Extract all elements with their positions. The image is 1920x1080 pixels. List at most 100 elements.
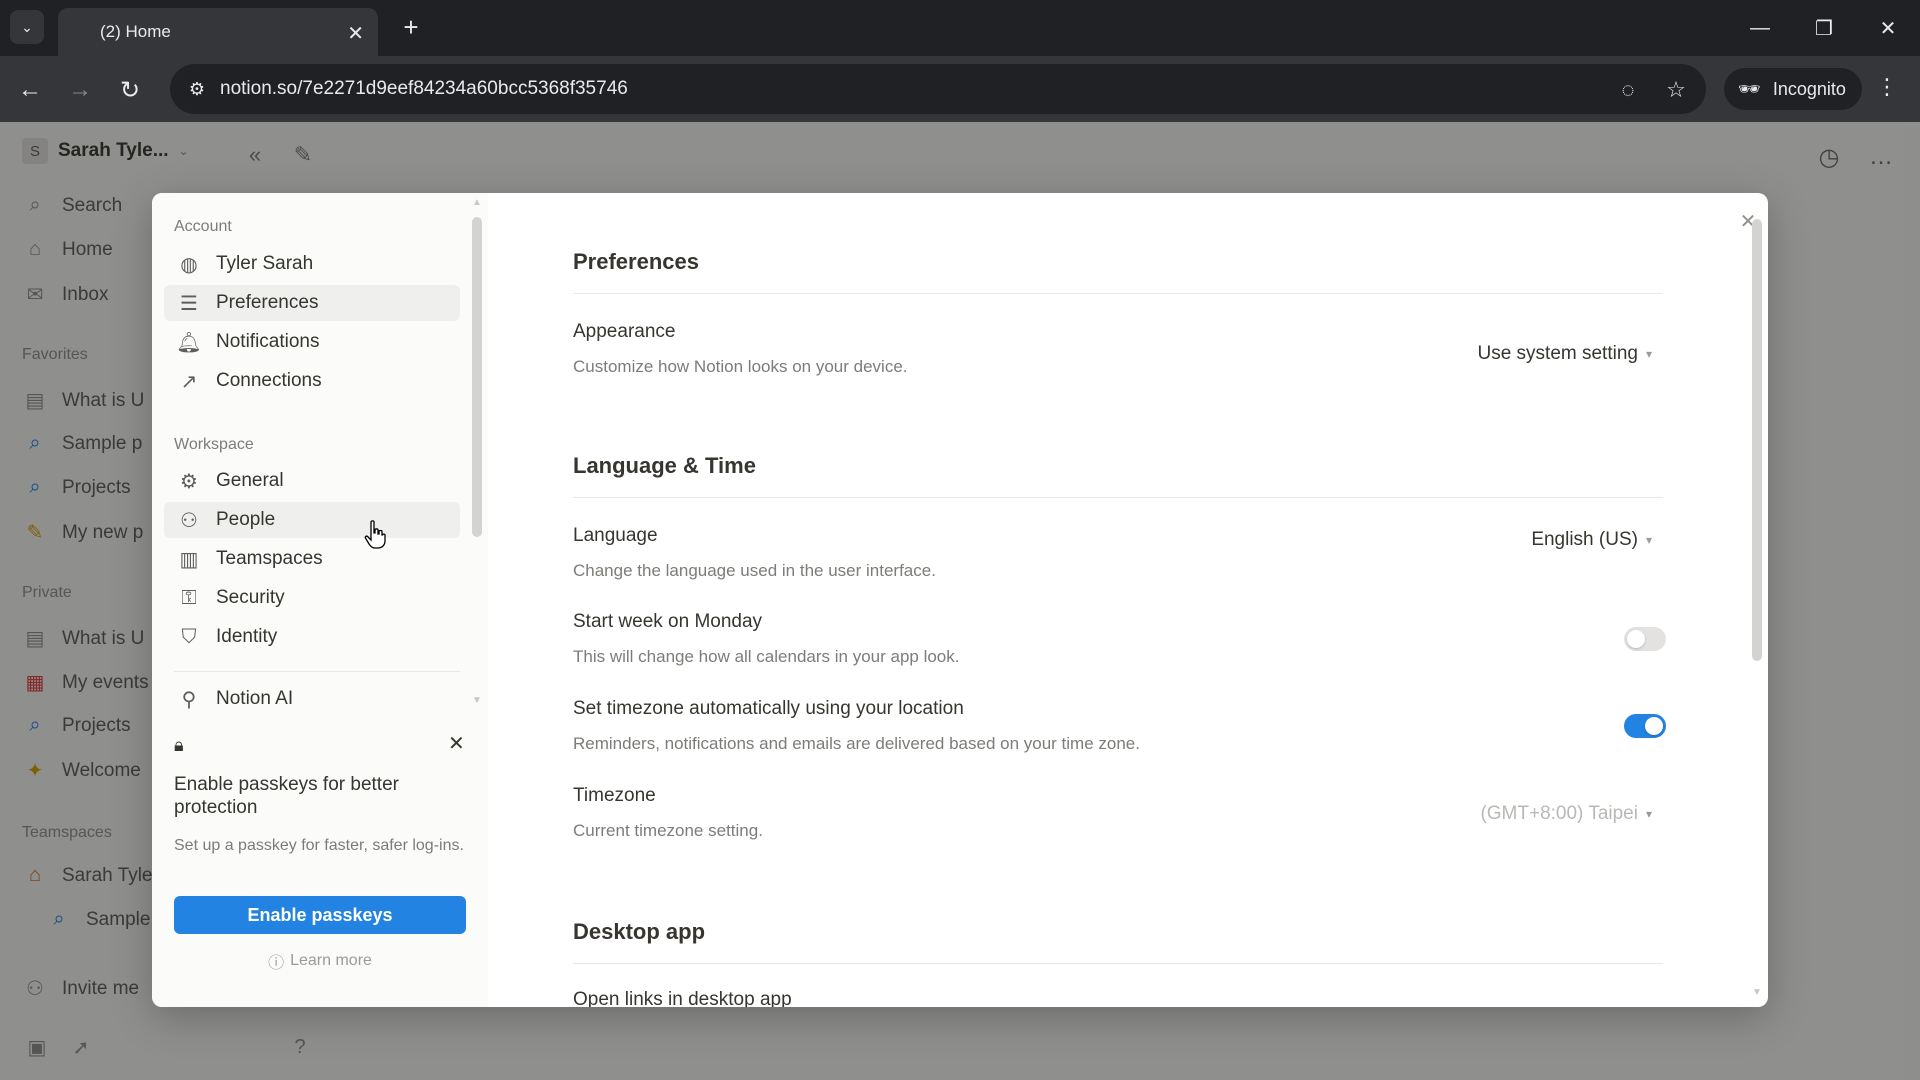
shield-icon: ⛉ [181,625,197,648]
settings-item-security[interactable]: ⚿ Security [164,580,460,616]
language-value: English (US) [1531,529,1638,550]
appearance-description: Customize how Notion looks on your devic… [573,357,908,376]
browser-tab[interactable]: (2) Home ✕ [58,8,378,56]
timezone-label: Timezone [573,785,656,806]
passkey-description: Set up a passkey for faster, safer log-i… [174,837,464,854]
settings-item-label: General [216,470,284,491]
settings-item-people[interactable]: ⚇ People [164,502,460,538]
learn-more-link[interactable]: ⓘ Learn more [174,949,466,973]
auto-timezone-toggle[interactable] [1624,714,1666,738]
timezone-value: (GMT+8:00) Taipei [1480,803,1638,824]
settings-content: ✕ ▼ Preferences Appearance Customize how… [488,193,1768,1007]
appearance-value: Use system setting [1477,343,1638,364]
forward-icon[interactable]: → [62,72,98,108]
nav-scrollbar[interactable] [472,217,482,537]
new-tab-icon[interactable]: + [396,12,426,42]
toggle-knob [1645,717,1663,735]
content-scrollbar[interactable] [1752,219,1762,661]
settings-item-label: Preferences [216,292,319,313]
auto-timezone-description: Reminders, notifications and emails are … [573,734,1140,753]
bell-icon: 🔔︎ [176,331,202,354]
tab-search-icon[interactable]: ⌄ [10,10,44,44]
timezone-description: Current timezone setting. [573,821,763,840]
chevron-down-icon: ▾ [1645,347,1652,361]
eye-off-icon[interactable]: ◌ [1614,76,1642,104]
external-link-icon: ↗ [180,370,198,393]
gear-icon: ⚙ [180,470,198,493]
section-divider [573,963,1663,964]
auto-timezone-label: Set timezone automatically using your lo… [573,698,964,719]
address-bar[interactable]: ⚙ notion.so/7e2271d9eef84234a60bcc5368f3… [170,64,1706,114]
settings-item-notion-ai[interactable]: ⚲ Notion AI [164,681,460,713]
language-time-title: Language & Time [573,453,756,478]
desktop-app-title: Desktop app [573,919,706,944]
user-avatar-icon: ◍ [180,253,198,276]
language-dropdown[interactable]: English (US) ▾ [1531,529,1652,551]
settings-item-general[interactable]: ⚙ General [164,463,460,499]
scroll-down-arrow-icon[interactable]: ▼ [1752,987,1762,998]
language-description: Change the language used in the user int… [573,561,936,580]
enable-passkeys-button[interactable]: Enable passkeys [174,896,466,934]
browser-toolbar: ← → ↻ ⚙ notion.so/7e2271d9eef84234a60bcc… [0,56,1920,122]
incognito-icon: 🕶 [1738,78,1761,99]
passkey-title: Enable passkeys for better protection [174,774,399,818]
account-heading: Account [174,218,232,235]
language-label: Language [573,525,658,546]
url-text: notion.so/7e2271d9eef84234a60bcc5368f357… [220,78,628,99]
settings-nav: Account ◍ Tyler Sarah ☰ Preferences 🔔︎ N… [152,193,488,1007]
sliders-icon: ☰ [180,292,198,315]
open-links-label: Open links in desktop app [573,989,792,1007]
back-icon[interactable]: ← [12,72,48,108]
incognito-label: Incognito [1772,78,1846,99]
settings-item-identity[interactable]: ⛉ Identity [164,619,460,655]
appearance-dropdown[interactable]: Use system setting ▾ [1477,343,1652,365]
close-promo-icon[interactable]: ✕ [448,731,465,756]
start-week-description: This will change how all calendars in yo… [573,647,960,666]
building-icon: ▥ [179,548,199,571]
settings-item-notifications[interactable]: 🔔︎ Notifications [164,324,460,360]
section-divider [573,497,1663,498]
close-window-icon[interactable]: ✕ [1868,10,1908,46]
start-week-toggle[interactable] [1624,627,1666,651]
settings-item-label: Teamspaces [216,548,323,569]
settings-item-account-user[interactable]: ◍ Tyler Sarah [164,246,460,282]
browser-menu-icon[interactable]: ⋮ [1876,74,1898,100]
learn-more-label: Learn more [290,952,372,969]
appearance-label: Appearance [573,321,676,342]
timezone-dropdown[interactable]: (GMT+8:00) Taipei ▾ [1480,803,1652,825]
settings-modal: Account ◍ Tyler Sarah ☰ Preferences 🔔︎ N… [152,193,1768,1007]
bookmark-star-icon[interactable]: ☆ [1662,76,1690,104]
tab-title: (2) Home [100,22,171,41]
settings-item-label: Identity [216,626,278,647]
people-icon: ⚇ [180,509,198,532]
chevron-down-icon: ▾ [1645,533,1652,547]
minimize-icon[interactable]: — [1740,10,1780,46]
browser-tabbar: ⌄ (2) Home ✕ + — ❐ ✕ [0,0,1920,56]
passkey-promo: 🔒︎ ✕ Enable passkeys for better protecti… [152,713,488,1007]
hand-cursor-icon [364,520,386,549]
toggle-knob [1627,630,1645,648]
settings-item-label: Notion AI [216,688,294,709]
scroll-down-arrow-icon[interactable]: ▼ [472,695,482,706]
nav-divider [174,671,460,672]
settings-item-label: Security [216,587,285,608]
tab-close-icon[interactable]: ✕ [347,21,364,46]
settings-item-label: Notifications [216,331,320,352]
restore-icon[interactable]: ❐ [1804,10,1844,46]
scroll-up-arrow-icon[interactable]: ▲ [472,197,482,208]
incognito-indicator[interactable]: 🕶 Incognito [1724,68,1862,110]
settings-item-preferences[interactable]: ☰ Preferences [164,285,460,321]
settings-nav-list: Account ◍ Tyler Sarah ☰ Preferences 🔔︎ N… [152,193,488,713]
ai-face-icon: ⚲ [181,688,197,711]
site-info-icon[interactable]: ⚙ [184,76,210,102]
settings-item-teamspaces[interactable]: ▥ Teamspaces [164,541,460,577]
section-divider [573,293,1663,294]
settings-item-connections[interactable]: ↗ Connections [164,363,460,399]
chevron-down-icon: ▾ [1645,807,1652,821]
key-icon: ⚿ [181,586,197,609]
settings-item-label: Tyler Sarah [216,253,314,274]
reload-icon[interactable]: ↻ [112,72,148,108]
workspace-heading: Workspace [174,436,254,453]
preferences-title: Preferences [573,249,699,274]
start-week-label: Start week on Monday [573,611,763,632]
